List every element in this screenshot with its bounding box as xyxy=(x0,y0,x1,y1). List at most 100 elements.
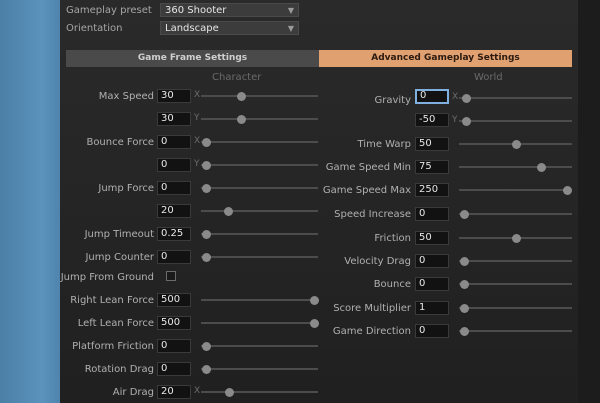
platform-friction-field[interactable]: 0 xyxy=(157,339,191,353)
gravity-label: Gravity xyxy=(374,95,411,106)
rotation-drag-slider-handle[interactable] xyxy=(202,365,211,374)
right-lean-force-field[interactable]: 500 xyxy=(157,293,191,307)
jump-force-secondary-field[interactable]: 20 xyxy=(157,204,191,218)
jump-timeout-slider-handle[interactable] xyxy=(202,230,211,239)
bounce-force-y-field[interactable]: 0 xyxy=(157,158,191,172)
gravity-y-slider-handle[interactable] xyxy=(462,117,471,126)
speed-increase-slider-track[interactable] xyxy=(459,213,572,215)
game-speed-min-slider-handle[interactable] xyxy=(537,163,546,172)
jump-force-label: Jump Force xyxy=(98,183,154,194)
game-speed-max-field[interactable]: 250 xyxy=(415,183,449,197)
bounce-slider-handle[interactable] xyxy=(460,280,469,289)
score-multiplier-field[interactable]: 1 xyxy=(415,301,449,315)
gameplay-preset-select[interactable]: 360 Shooter ▼ xyxy=(160,3,299,17)
velocity-drag-label: Velocity Drag xyxy=(344,256,411,267)
jump-counter-slider-track[interactable] xyxy=(201,256,318,258)
bounce-force-label: Bounce Force xyxy=(86,137,154,148)
jump-timeout-field[interactable]: 0.25 xyxy=(157,227,191,241)
jump-from-ground-checkbox[interactable] xyxy=(166,271,176,281)
max-speed-y-field[interactable]: 30 xyxy=(157,112,191,126)
time-warp-field[interactable]: 50 xyxy=(415,137,449,151)
bounce-force-y-slider-track[interactable] xyxy=(201,164,318,166)
bounce-force-x-slider-handle[interactable] xyxy=(202,138,211,147)
bounce-slider-track[interactable] xyxy=(459,283,572,285)
right-lean-force-label: Right Lean Force xyxy=(70,295,154,306)
tab-game-frame-settings[interactable]: Game Frame Settings xyxy=(66,50,319,67)
right-lean-force-slider-track[interactable] xyxy=(201,299,318,301)
air-drag-field[interactable]: 20 xyxy=(157,385,191,399)
platform-friction-label: Platform Friction xyxy=(72,341,154,352)
max-speed-y-slider-handle[interactable] xyxy=(237,115,246,124)
left-lean-force-label: Left Lean Force xyxy=(77,318,154,329)
air-drag-label: Air Drag xyxy=(112,387,154,398)
gravity-x-field[interactable]: 0 xyxy=(415,89,449,104)
game-speed-max-label: Game Speed Max xyxy=(322,185,411,196)
platform-friction-slider-track[interactable] xyxy=(201,345,318,347)
game-speed-max-slider-handle[interactable] xyxy=(563,186,572,195)
desktop-background xyxy=(0,0,60,403)
bounce-force-x-slider-track[interactable] xyxy=(201,141,318,143)
gameplay-preset-value: 360 Shooter xyxy=(165,5,227,16)
gravity-y-slider-track[interactable] xyxy=(459,120,572,122)
jump-timeout-label: Jump Timeout xyxy=(84,229,154,240)
speed-increase-label: Speed Increase xyxy=(334,209,411,220)
orientation-select[interactable]: Landscape ▼ xyxy=(160,21,299,35)
bounce-field[interactable]: 0 xyxy=(415,277,449,291)
max-speed-x-slider-track[interactable] xyxy=(201,95,318,97)
air-drag-slider-handle[interactable] xyxy=(225,388,234,397)
axis-y-label: Y xyxy=(452,115,458,125)
orientation-value: Landscape xyxy=(165,23,219,34)
game-speed-max-slider-track[interactable] xyxy=(459,189,572,191)
jump-force-slider-handle[interactable] xyxy=(202,184,211,193)
speed-increase-slider-handle[interactable] xyxy=(460,210,469,219)
velocity-drag-slider-track[interactable] xyxy=(459,260,572,262)
friction-field[interactable]: 50 xyxy=(415,231,449,245)
axis-y-label: Y xyxy=(194,113,200,123)
jump-force-field[interactable]: 0 xyxy=(157,181,191,195)
game-speed-min-field[interactable]: 75 xyxy=(415,160,449,174)
gravity-x-slider-track[interactable] xyxy=(459,97,572,99)
gravity-y-field[interactable]: -50 xyxy=(415,113,449,127)
right-lean-force-slider-handle[interactable] xyxy=(310,296,319,305)
max-speed-x-slider-handle[interactable] xyxy=(237,92,246,101)
max-speed-x-field[interactable]: 30 xyxy=(157,89,191,103)
axis-x-label: X xyxy=(194,136,201,146)
bounce-force-y-slider-handle[interactable] xyxy=(202,161,211,170)
jump-force-secondary-slider-track[interactable] xyxy=(201,210,318,212)
jump-force-secondary-slider-handle[interactable] xyxy=(224,207,233,216)
speed-increase-field[interactable]: 0 xyxy=(415,207,449,221)
axis-x-label: X xyxy=(452,92,459,102)
velocity-drag-slider-handle[interactable] xyxy=(460,257,469,266)
axis-y-label: Y xyxy=(194,159,200,169)
score-multiplier-slider-handle[interactable] xyxy=(460,304,469,313)
jump-counter-label: Jump Counter xyxy=(85,252,154,263)
game-direction-label: Game Direction xyxy=(332,326,411,337)
gameplay-preset-label: Gameplay preset xyxy=(66,5,152,16)
air-drag-slider-track[interactable] xyxy=(201,391,318,393)
game-speed-min-slider-track[interactable] xyxy=(459,166,572,168)
game-direction-slider-handle[interactable] xyxy=(460,327,469,336)
bounce-force-x-field[interactable]: 0 xyxy=(157,135,191,149)
friction-slider-handle[interactable] xyxy=(512,234,521,243)
left-lean-force-field[interactable]: 500 xyxy=(157,316,191,330)
chevron-down-icon: ▼ xyxy=(287,24,294,33)
score-multiplier-label: Score Multiplier xyxy=(333,303,411,314)
jump-counter-field[interactable]: 0 xyxy=(157,250,191,264)
jump-timeout-slider-track[interactable] xyxy=(201,233,318,235)
velocity-drag-field[interactable]: 0 xyxy=(415,254,449,268)
time-warp-slider-handle[interactable] xyxy=(512,140,521,149)
game-speed-min-label: Game Speed Min xyxy=(325,162,411,173)
jump-counter-slider-handle[interactable] xyxy=(202,253,211,262)
game-direction-slider-track[interactable] xyxy=(459,330,572,332)
gravity-x-slider-handle[interactable] xyxy=(462,94,471,103)
platform-friction-slider-handle[interactable] xyxy=(202,342,211,351)
jump-force-slider-track[interactable] xyxy=(201,187,318,189)
rotation-drag-slider-track[interactable] xyxy=(201,368,318,370)
score-multiplier-slider-track[interactable] xyxy=(459,307,572,309)
rotation-drag-field[interactable]: 0 xyxy=(157,362,191,376)
left-lean-force-slider-track[interactable] xyxy=(201,322,318,324)
left-lean-force-slider-handle[interactable] xyxy=(310,319,319,328)
game-direction-field[interactable]: 0 xyxy=(415,324,449,338)
tab-advanced-gameplay-settings[interactable]: Advanced Gameplay Settings xyxy=(319,50,572,67)
max-speed-y-slider-track[interactable] xyxy=(201,118,318,120)
